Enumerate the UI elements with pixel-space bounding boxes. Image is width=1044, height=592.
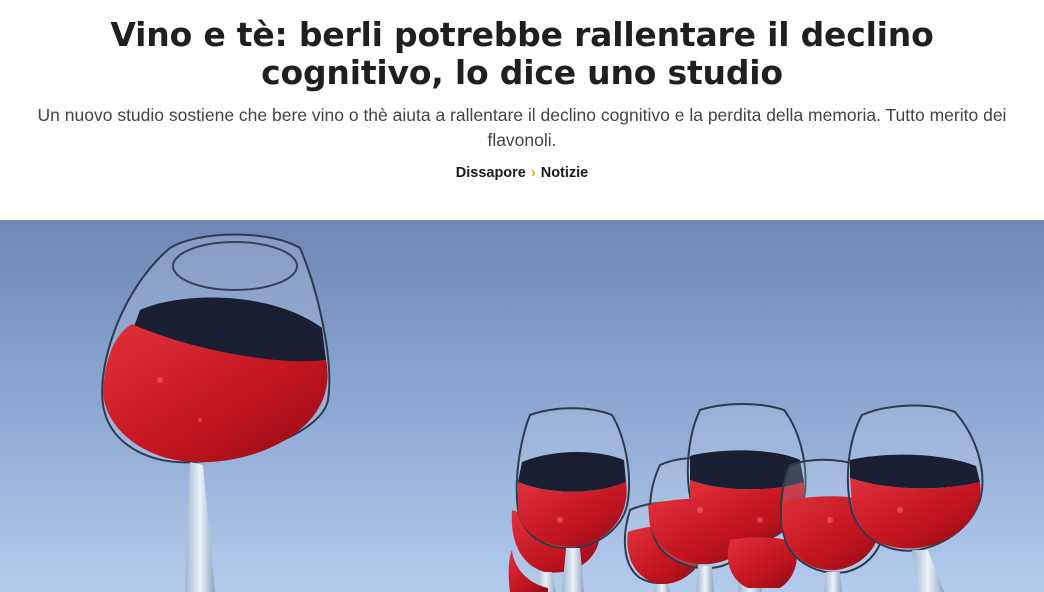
breadcrumb-separator-icon: › xyxy=(530,165,536,181)
breadcrumb: Dissapore › Notizie xyxy=(0,165,1044,181)
article-header: Vino e tè: berli potrebbe rallentare il … xyxy=(0,0,1044,220)
breadcrumb-item-dissapore[interactable]: Dissapore xyxy=(456,165,526,181)
wine-glasses-photo xyxy=(0,220,1044,592)
article-title: Vino e tè: berli potrebbe rallentare il … xyxy=(110,15,934,92)
hero-image xyxy=(0,220,1044,592)
article-subtitle: Un nuovo studio sostiene che bere vino o… xyxy=(37,105,1007,150)
breadcrumb-item-notizie[interactable]: Notizie xyxy=(541,165,589,181)
